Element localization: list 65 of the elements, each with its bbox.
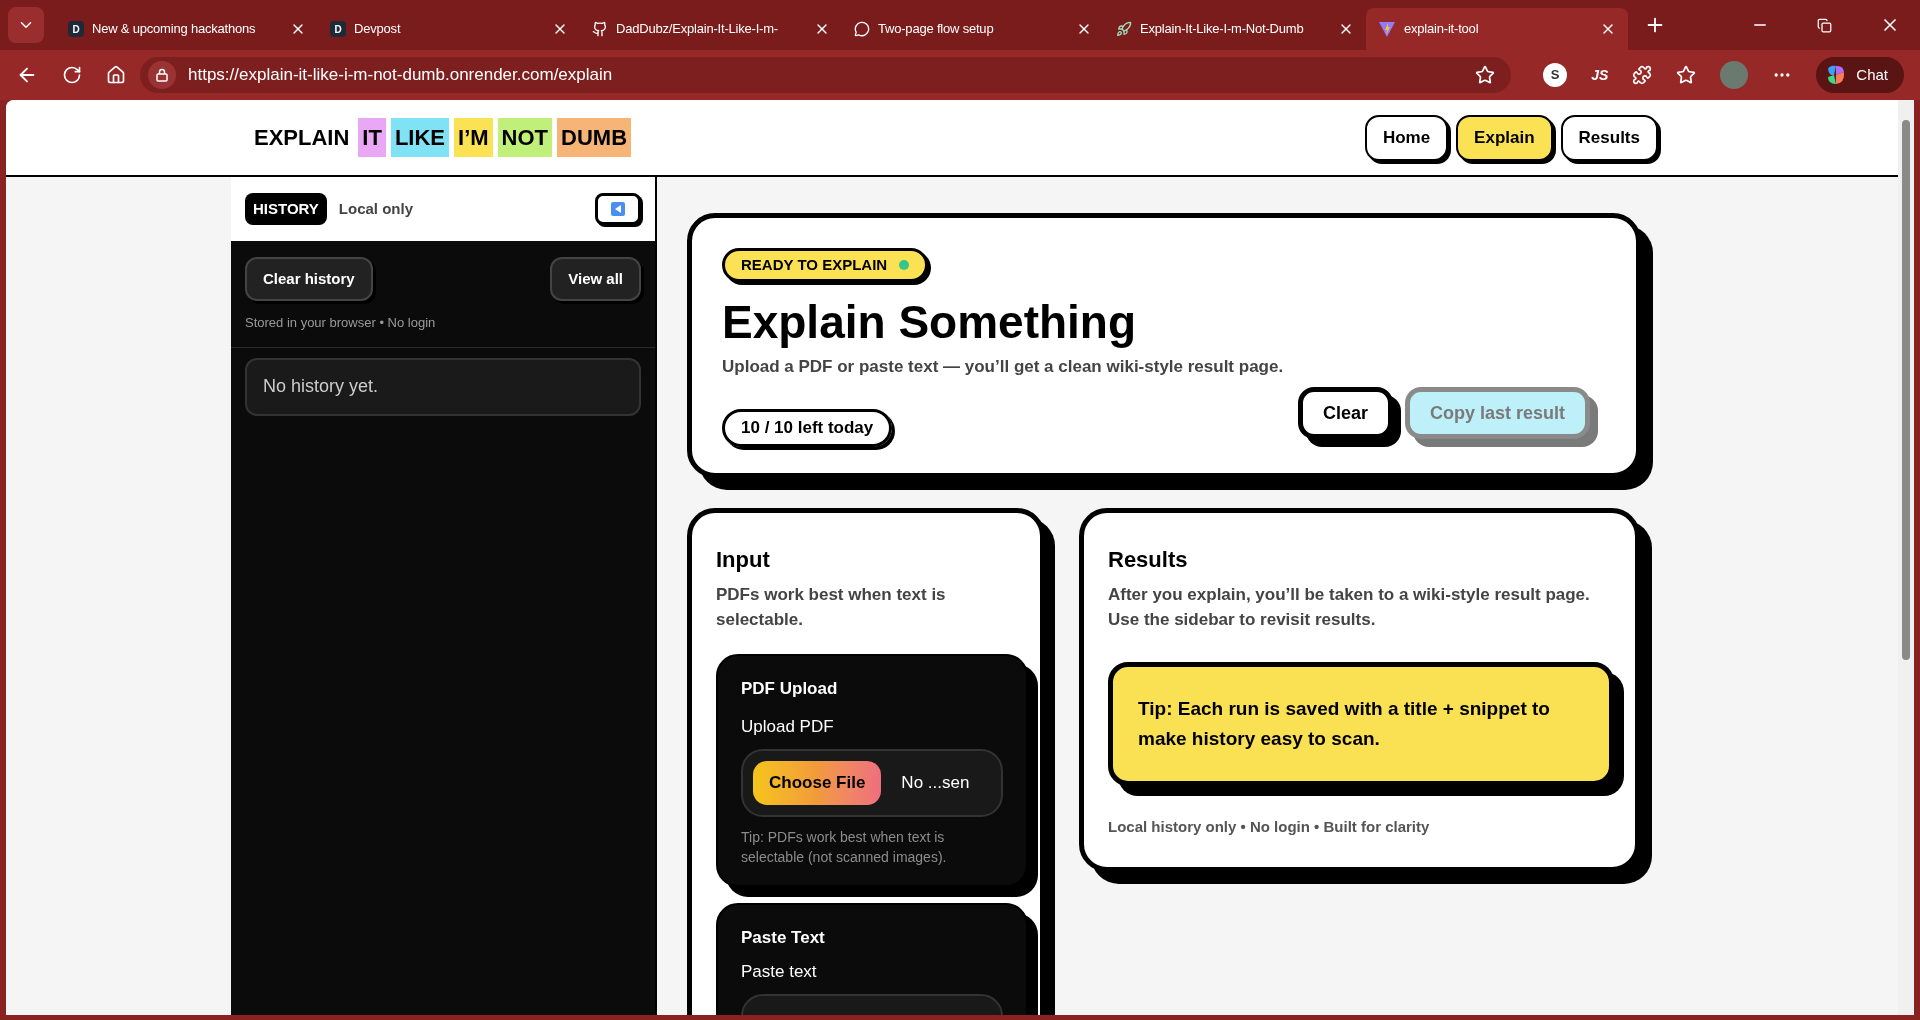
- tab-title: New & upcoming hackathons: [92, 20, 257, 39]
- clear-history-button[interactable]: Clear history: [245, 257, 373, 301]
- collapse-sidebar-button[interactable]: [595, 193, 641, 225]
- nav-tab[interactable]: Results: [1560, 114, 1658, 161]
- scrollbar[interactable]: [1898, 100, 1914, 1015]
- section-title: PDF Upload: [741, 678, 839, 700]
- browser-tab[interactable]: D New & upcoming hackathons: [56, 8, 318, 50]
- github-icon: [592, 21, 608, 37]
- local-only-label: Local only: [338, 198, 414, 219]
- field-label: Upload PDF: [741, 715, 835, 738]
- tab-title: Devpost: [354, 20, 402, 39]
- logo-word: DUMB: [557, 118, 632, 157]
- tab-title: DadDubz/Explain-It-Like-I-m-: [616, 20, 779, 39]
- site-icon: D: [330, 21, 346, 37]
- site-icon: D: [68, 21, 84, 37]
- tab-list-button[interactable]: [8, 7, 44, 43]
- section-title: Paste Text: [741, 927, 826, 949]
- nav-tab[interactable]: Home: [1364, 114, 1449, 161]
- field-label: Paste text: [741, 960, 818, 983]
- logo-word: LIKE: [390, 118, 450, 157]
- browser-tab[interactable]: Explain-It-Like-I-m-Not-Dumb: [1104, 8, 1366, 50]
- reload-icon[interactable]: [62, 65, 82, 85]
- restore-icon[interactable]: [1817, 17, 1832, 33]
- storage-note: Stored in your browser • No login: [245, 314, 437, 332]
- tab-title: Two-page flow setup: [878, 20, 995, 39]
- footer-note: Local history only • No login • Built for clarity: [1108, 817, 1431, 837]
- status-badge: READY TO EXPLAIN: [722, 248, 929, 282]
- page-title: Explain Something: [722, 295, 1138, 350]
- browser-tab[interactable]: explain-it-tool: [1366, 8, 1628, 50]
- home-icon[interactable]: [106, 65, 126, 85]
- browser-tab[interactable]: D Devpost: [318, 8, 580, 50]
- browser-tab[interactable]: Two-page flow setup: [842, 8, 1104, 50]
- history-badge: HISTORY: [245, 192, 327, 226]
- quota-badge: 10 / 10 left today: [722, 409, 893, 447]
- tab-title: Explain-It-Like-I-m-Not-Dumb: [1140, 20, 1305, 39]
- nav-tab[interactable]: Explain: [1456, 114, 1553, 161]
- card-title: Results: [1108, 546, 1189, 574]
- chat-button[interactable]: Chat: [1816, 57, 1904, 93]
- logo-word: NOT: [497, 118, 553, 157]
- url-text: https://explain-it-like-i-m-not-dumb.onrender.com/explain: [188, 64, 614, 87]
- card-title: Input: [716, 546, 771, 574]
- logo-word: I’M: [454, 118, 493, 157]
- lightning-triangle-icon: [1378, 20, 1396, 38]
- logo-word: EXPLAIN: [253, 124, 351, 152]
- choose-file-button[interactable]: Choose File: [753, 761, 882, 805]
- browser-tab[interactable]: DadDubz/Explain-It-Like-I-m-: [580, 8, 842, 50]
- view-all-button[interactable]: View all: [550, 257, 641, 301]
- chat-icon: [854, 21, 870, 37]
- page-subtitle: Upload a PDF or paste text — you’ll get a clean wiki-style result page.: [722, 355, 1285, 378]
- tab-title: explain-it-tool: [1404, 20, 1480, 39]
- extension-icon[interactable]: JS: [1591, 64, 1609, 86]
- empty-history-message: No history yet.: [245, 357, 641, 416]
- site-info-icon[interactable]: [148, 61, 176, 89]
- logo-word: IT: [358, 118, 386, 157]
- upload-tip: Tip: PDFs work best when text is selectable (not scanned images).: [741, 828, 948, 867]
- address-bar[interactable]: https://explain-it-like-i-m-not-dumb.onrender.com/explain: [140, 57, 1512, 93]
- card-subtitle: PDFs work best when text is selectable.: [716, 584, 947, 631]
- favorite-star-icon[interactable]: [1475, 65, 1496, 85]
- extension-icon[interactable]: S: [1543, 63, 1568, 87]
- favorites-icon[interactable]: [1676, 65, 1697, 85]
- file-name-text: No ...sen: [901, 772, 970, 795]
- file-input-field[interactable]: Choose File No ...sen: [741, 749, 1003, 817]
- extensions-icon[interactable]: [1632, 65, 1653, 85]
- rocket-icon: [1116, 21, 1132, 37]
- card-description: After you explain, you’ll be taken to a wiki-style result page. Use the sidebar to revisit results.: [1108, 584, 1591, 631]
